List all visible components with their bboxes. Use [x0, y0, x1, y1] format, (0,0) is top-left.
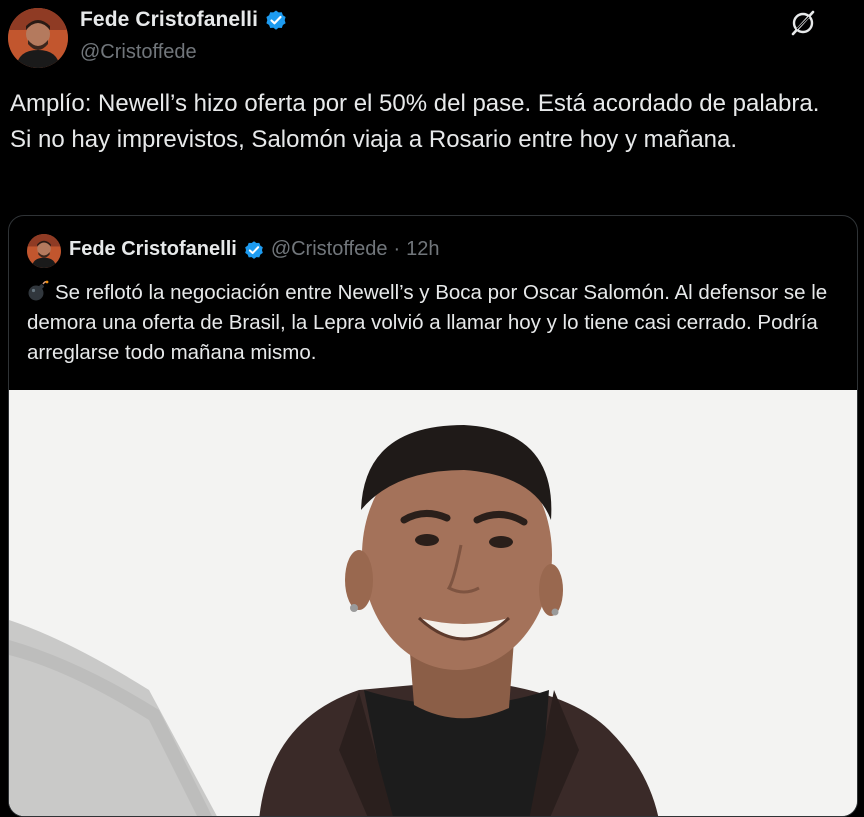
quoted-timestamp: 12h [406, 238, 440, 260]
quoted-author-avatar [27, 234, 61, 268]
bomb-emoji-icon [27, 280, 49, 302]
author-name-row: Fede Cristofanelli [80, 8, 288, 32]
quoted-author-display-name: Fede Cristofanelli [69, 238, 237, 260]
author-display-name[interactable]: Fede Cristofanelli [80, 8, 258, 32]
quoted-verified-badge-icon [243, 239, 265, 261]
verified-badge-icon [264, 8, 288, 32]
quoted-author-handle: @Cristoffede [270, 238, 388, 260]
quoted-post-text: Se reflotó la negociación entre Newell’s… [27, 278, 837, 368]
author-avatar[interactable] [8, 8, 68, 68]
quoted-post-header: Fede Cristofanelli @Cristoffede · 12h [69, 238, 440, 261]
author-handle[interactable]: @Cristoffede [80, 41, 197, 64]
meta-separator: · [393, 238, 401, 260]
post-header: Fede Cristofanelli @Cristoffede [0, 0, 864, 80]
post-text: Amplío: Newell’s hizo oferta por el 50% … [10, 90, 820, 153]
grok-icon[interactable] [788, 8, 818, 38]
quoted-post-photo[interactable] [9, 390, 857, 816]
quoted-post-text-content: Se reflotó la negociación entre Newell’s… [27, 281, 828, 364]
quoted-post[interactable]: Fede Cristofanelli @Cristoffede · 12h Se… [8, 215, 858, 817]
